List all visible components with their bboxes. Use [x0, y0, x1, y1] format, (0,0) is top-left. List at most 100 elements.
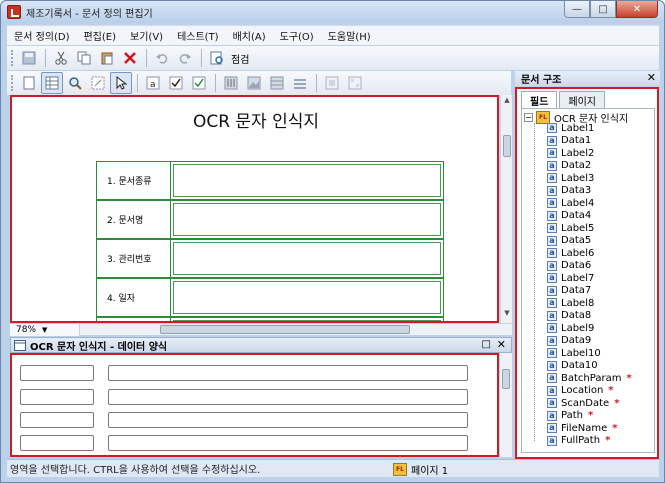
tab-pages[interactable]: 페이지 [559, 91, 606, 109]
tree-item-field[interactable]: a BatchParam * [547, 372, 632, 385]
image-field-button[interactable] [243, 72, 265, 94]
magnifier-icon [69, 77, 82, 90]
tree-item-field[interactable]: a Data1 [547, 135, 632, 148]
toolbar-grip[interactable] [11, 50, 14, 66]
menu-help[interactable]: 도움말(H) [321, 28, 378, 43]
tree-item-field[interactable]: a Data9 [547, 335, 632, 348]
form-row-field[interactable] [173, 203, 441, 236]
copy-button[interactable] [73, 47, 95, 69]
redo-button[interactable] [174, 47, 196, 69]
tree-item-field[interactable]: a FullPath * [547, 435, 632, 448]
tree-item-field[interactable]: a Data7 [547, 285, 632, 298]
data-value-box[interactable] [108, 435, 468, 451]
title-bar[interactable]: 제조기록서 - 문서 정의 편집기 — □ ✕ [1, 1, 664, 23]
tree-item-field[interactable]: a Label5 [547, 222, 632, 235]
tree-item-label: Location [561, 385, 604, 397]
cut-button[interactable] [50, 47, 72, 69]
tree-item-field[interactable]: a Label7 [547, 272, 632, 285]
tree-item-field[interactable]: a Label1 [547, 122, 632, 135]
tree-item-label: Label10 [561, 347, 601, 359]
tree-item-field[interactable]: a Data10 [547, 360, 632, 373]
line-field-button[interactable] [289, 72, 311, 94]
maximize-button[interactable]: □ [590, 1, 616, 18]
toolbar-grip[interactable] [11, 75, 14, 91]
zoom-selector[interactable]: 78% ▼ [10, 323, 80, 336]
scroll-up-arrow[interactable]: ▲ [502, 96, 512, 106]
data-label-box[interactable] [20, 435, 94, 451]
tree-item-field[interactable]: a Location * [547, 385, 632, 398]
group-button[interactable] [321, 72, 343, 94]
data-value-box[interactable] [108, 389, 468, 405]
form-row-field[interactable] [173, 164, 441, 197]
menu-view[interactable]: 보기(V) [123, 28, 170, 43]
tree-item-field[interactable]: a Label9 [547, 322, 632, 335]
page-view-button[interactable] [18, 72, 40, 94]
check-label[interactable]: 점검 [231, 51, 249, 66]
tree-item-field[interactable]: a Label2 [547, 147, 632, 160]
data-form-area[interactable] [10, 353, 499, 457]
tree-item-field[interactable]: a Label8 [547, 297, 632, 310]
tree-item-field[interactable]: a Path * [547, 410, 632, 423]
close-button[interactable]: ✕ [616, 1, 658, 18]
dock-icon[interactable]: □ [482, 339, 491, 350]
paste-button[interactable] [96, 47, 118, 69]
tree-item-field[interactable]: a Label10 [547, 347, 632, 360]
checkbox-field-button[interactable] [165, 72, 187, 94]
close-panel-icon[interactable]: ✕ [647, 71, 656, 84]
barcode-field-button[interactable] [220, 72, 242, 94]
tree-item-field[interactable]: a Data4 [547, 210, 632, 223]
option-field-button[interactable] [188, 72, 210, 94]
document-vertical-scrollbar[interactable]: ▲ ▼ [500, 95, 512, 323]
tree-item-field[interactable]: a Data8 [547, 310, 632, 323]
form-row[interactable]: 3. 관리번호 [96, 239, 444, 278]
scroll-thumb[interactable] [502, 369, 510, 389]
ungroup-button[interactable] [344, 72, 366, 94]
menu-tools[interactable]: 도구(O) [273, 28, 321, 43]
tab-fields[interactable]: 필드 [521, 91, 558, 109]
document-horizontal-scrollbar[interactable]: 78% ▼ [10, 323, 512, 336]
undo-button[interactable] [151, 47, 173, 69]
form-row[interactable]: 2. 문서명 [96, 200, 444, 239]
tree-item-field[interactable]: a Label3 [547, 172, 632, 185]
tree-item-field[interactable]: a Data3 [547, 185, 632, 198]
tree-item-field[interactable]: a Label4 [547, 197, 632, 210]
table-field-button[interactable] [266, 72, 288, 94]
tree-item-field[interactable]: a FileName * [547, 422, 632, 435]
menu-layout[interactable]: 배치(A) [226, 28, 273, 43]
tree-item-label: Data3 [561, 185, 592, 197]
data-value-box[interactable] [108, 365, 468, 381]
form-row-field[interactable] [173, 281, 441, 314]
select-pointer-button[interactable] [110, 72, 132, 94]
grid-view-button[interactable] [41, 72, 63, 94]
tree-item-field[interactable]: a Label6 [547, 247, 632, 260]
save-button[interactable] [18, 47, 40, 69]
data-label-box[interactable] [20, 365, 94, 381]
menu-edit[interactable]: 편집(E) [76, 28, 123, 43]
menu-document-definition[interactable]: 문서 정의(D) [7, 28, 76, 43]
tree-item-field[interactable]: a Data2 [547, 160, 632, 173]
zoom-button[interactable] [64, 72, 86, 94]
minimize-button[interactable]: — [564, 1, 590, 18]
data-form-scrollbar[interactable] [500, 353, 512, 457]
scroll-thumb[interactable] [503, 135, 511, 157]
data-value-box[interactable] [108, 412, 468, 428]
delete-button[interactable] [119, 47, 141, 69]
close-panel-icon[interactable]: ✕ [497, 338, 506, 351]
form-row-field[interactable] [173, 242, 441, 275]
region-button[interactable] [87, 72, 109, 94]
tree-item-field[interactable]: a Data5 [547, 235, 632, 248]
menu-test[interactable]: 테스트(T) [170, 28, 226, 43]
scroll-down-arrow[interactable]: ▼ [502, 309, 512, 319]
tree-item-field[interactable]: a ScanDate * [547, 397, 632, 410]
form-row[interactable]: 1. 문서종류 [96, 161, 444, 200]
document-canvas[interactable]: OCR 문자 인식지 1. 문서종류 2. 문서명 3. 관리번호 4. 일자 [10, 95, 499, 323]
main-toolbar: 점검 [7, 46, 659, 70]
check-button[interactable] [206, 47, 228, 69]
form-row[interactable]: 4. 일자 [96, 278, 444, 317]
label-field-button[interactable]: a [142, 72, 164, 94]
data-label-box[interactable] [20, 389, 94, 405]
data-label-box[interactable] [20, 412, 94, 428]
tree-item-field[interactable]: a Data6 [547, 260, 632, 273]
horizontal-scroll-thumb[interactable] [160, 325, 410, 334]
collapse-icon[interactable]: − [524, 113, 533, 122]
